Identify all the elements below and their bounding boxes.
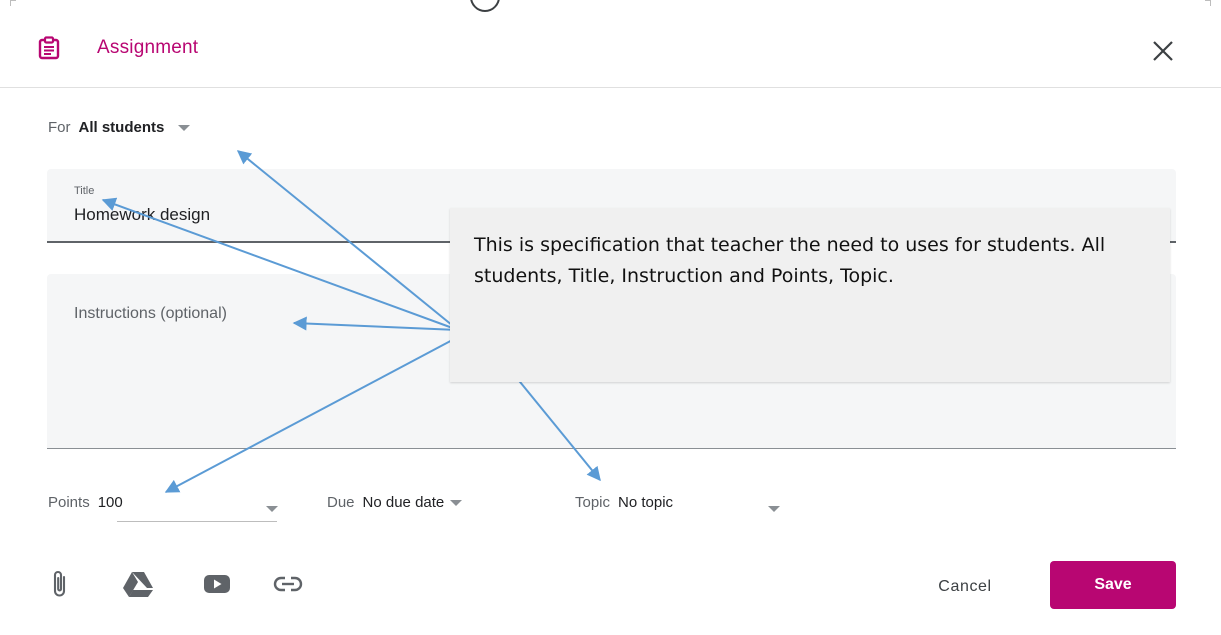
title-label: Title	[74, 185, 95, 197]
link-icon[interactable]	[272, 568, 304, 600]
annotation-text: This is specification that teacher the n…	[474, 234, 1106, 287]
google-drive-icon[interactable]	[122, 568, 154, 600]
dialog-header: Assignment	[0, 0, 1221, 88]
attach-file-icon[interactable]	[44, 568, 76, 600]
title-value[interactable]: Homework design	[74, 205, 210, 225]
youtube-icon[interactable]	[201, 568, 233, 600]
chevron-down-icon[interactable]	[178, 124, 191, 131]
assign-to-label: For	[48, 119, 71, 136]
assign-to-selector[interactable]: For All students	[48, 119, 191, 136]
assignment-icon	[38, 36, 60, 60]
topic-selector[interactable]: Topic No topic	[575, 494, 673, 511]
dialog-title: Assignment	[97, 37, 199, 58]
instructions-placeholder: Instructions (optional)	[74, 305, 227, 322]
due-value[interactable]: No due date	[363, 494, 445, 511]
points-value[interactable]: 100	[98, 494, 123, 511]
chevron-down-icon[interactable]	[450, 499, 463, 506]
due-label: Due	[327, 494, 355, 511]
annotation-callout: This is specification that teacher the n…	[450, 208, 1170, 382]
due-date-selector[interactable]: Due No due date	[327, 494, 463, 511]
chevron-down-icon[interactable]	[266, 506, 278, 512]
assign-to-value[interactable]: All students	[79, 119, 165, 136]
cancel-button[interactable]: Cancel	[920, 570, 1010, 604]
topic-label: Topic	[575, 494, 611, 511]
chevron-down-icon[interactable]	[768, 506, 780, 512]
save-button[interactable]: Save	[1050, 561, 1176, 609]
topic-value[interactable]: No topic	[618, 494, 673, 511]
points-underline	[117, 521, 277, 522]
points-field[interactable]: Points 100	[48, 494, 123, 511]
points-label: Points	[48, 494, 90, 511]
close-icon[interactable]	[1148, 36, 1178, 66]
